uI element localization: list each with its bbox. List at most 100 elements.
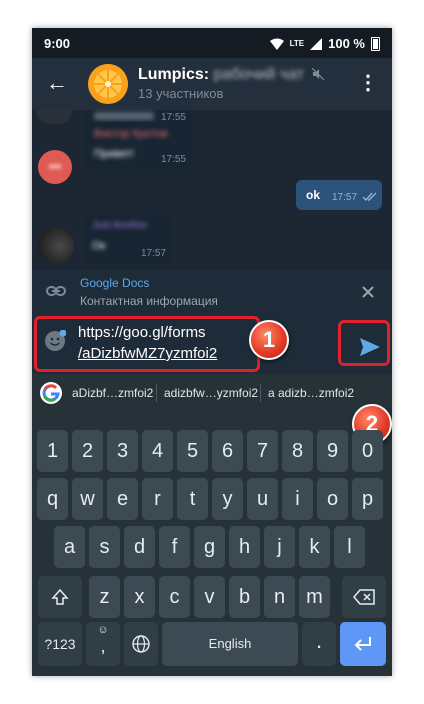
chat-title[interactable]: Lumpics: рабочий чат — [138, 66, 325, 84]
key-s[interactable]: s — [89, 526, 120, 568]
suggestion-2[interactable]: adizbfw…yzmfoi2 — [164, 386, 258, 400]
message-text: Привет! — [94, 148, 134, 160]
avatar[interactable] — [36, 110, 72, 124]
close-icon[interactable] — [362, 286, 374, 298]
key-i[interactable]: i — [282, 478, 313, 520]
key-y[interactable]: y — [212, 478, 243, 520]
symbols-key[interactable]: ?123 — [38, 622, 82, 666]
suggestion-3[interactable]: a adizb…zmfoi2 — [268, 386, 354, 400]
arrow-left-icon[interactable]: ← — [46, 70, 68, 96]
key-c[interactable]: c — [159, 576, 190, 618]
input-line-1: https://goo.gl/forms — [78, 324, 206, 341]
key-1[interactable]: 1 — [37, 430, 68, 472]
backspace-key[interactable] — [342, 576, 386, 618]
key-h[interactable]: h — [229, 526, 260, 568]
battery-level: 100 % — [328, 36, 365, 51]
key-x[interactable]: x — [124, 576, 155, 618]
key-9[interactable]: 9 — [317, 430, 348, 472]
key-0[interactable]: 0 — [352, 430, 383, 472]
key-w[interactable]: w — [72, 478, 103, 520]
message-time: 17:57 — [332, 192, 358, 203]
orange-icon — [88, 64, 128, 104]
chat-subtitle: 13 участников — [138, 86, 224, 101]
signal-icon — [310, 37, 323, 50]
message-sender: Виктор Кротов — [94, 128, 168, 140]
suggestion-1[interactable]: aDizbf…zmfoi2 — [72, 386, 153, 400]
shift-icon — [51, 588, 69, 605]
key-u[interactable]: u — [247, 478, 278, 520]
message-text: ok — [306, 188, 321, 202]
avatar-initials-blurred — [49, 164, 61, 169]
link-preview-bar: Google Docs Контактная информация — [32, 270, 392, 314]
language-key[interactable] — [124, 622, 158, 666]
message-bubble[interactable]: Виктор Кротов Привет! 17:55 — [84, 122, 192, 170]
message-time: 17:55 — [160, 154, 186, 165]
key-m[interactable]: m — [299, 576, 330, 618]
enter-key[interactable] — [340, 622, 386, 666]
key-l[interactable]: l — [334, 526, 365, 568]
annotation-badge-1: 1 — [249, 320, 289, 360]
key-k[interactable]: k — [299, 526, 330, 568]
mute-icon — [311, 67, 325, 81]
key-5[interactable]: 5 — [177, 430, 208, 472]
group-avatar[interactable] — [88, 64, 128, 104]
status-bar: 9:00 LTE 100 % — [32, 28, 392, 58]
key-8[interactable]: 8 — [282, 430, 313, 472]
shift-key[interactable] — [38, 576, 82, 618]
space-key[interactable]: English — [162, 622, 298, 666]
key-f[interactable]: f — [159, 526, 190, 568]
key-a[interactable]: a — [54, 526, 85, 568]
link-preview-description: Контактная информация — [80, 294, 218, 308]
message-text: Ок — [92, 240, 106, 252]
key-6[interactable]: 6 — [212, 430, 243, 472]
phone-screen: 9:00 LTE 100 % ← Lumpics: рабочий чат 13… — [32, 28, 392, 676]
chat-title-blurred: рабочий чат — [213, 66, 304, 83]
more-vert-icon[interactable]: ⋮ — [358, 70, 378, 95]
chat-header: ← Lumpics: рабочий чат 13 участников ⋮ — [32, 58, 392, 110]
keyboard: aDizbf…zmfoi2 adizbfw…yzmfoi2 a adizb…zm… — [32, 374, 392, 676]
enter-icon — [354, 637, 371, 651]
key-b[interactable]: b — [229, 576, 260, 618]
suggestion-divider — [260, 384, 261, 402]
key-z[interactable]: z — [89, 576, 120, 618]
globe-icon — [132, 635, 150, 653]
key-p[interactable]: p — [352, 478, 383, 520]
key-4[interactable]: 4 — [142, 430, 173, 472]
key-3[interactable]: 3 — [107, 430, 138, 472]
read-checks-icon — [362, 192, 377, 202]
link-preview-title: Google Docs — [80, 276, 150, 290]
sticker-icon[interactable] — [44, 330, 66, 352]
key-t[interactable]: t — [177, 478, 208, 520]
message-input-bar: https://goo.gl/forms /aDizbfwMZ7yzmfoi2 … — [32, 314, 392, 374]
message-bubble-outgoing[interactable]: ok 17:57 — [296, 180, 382, 210]
period-key[interactable]: . — [302, 622, 336, 666]
link-icon — [46, 286, 66, 296]
key-v[interactable]: v — [194, 576, 225, 618]
key-2[interactable]: 2 — [72, 430, 103, 472]
key-7[interactable]: 7 — [247, 430, 278, 472]
key-q[interactable]: q — [37, 478, 68, 520]
avatar[interactable] — [38, 228, 74, 264]
send-icon[interactable] — [360, 338, 380, 356]
key-e[interactable]: e — [107, 478, 138, 520]
key-r[interactable]: r — [142, 478, 173, 520]
key-g[interactable]: g — [194, 526, 225, 568]
key-j[interactable]: j — [264, 526, 295, 568]
input-line-2: /aDizbfwMZ7yzmfoi2 — [78, 345, 218, 362]
suggestion-divider — [156, 384, 157, 402]
message-text-blurred — [94, 112, 154, 120]
comma-key[interactable]: ☺ , — [86, 622, 120, 666]
network-type: LTE — [289, 38, 305, 48]
key-n[interactable]: n — [264, 576, 295, 618]
message-input[interactable]: https://goo.gl/forms /aDizbfwMZ7yzmfoi2 — [78, 322, 217, 364]
backspace-icon — [353, 589, 375, 605]
message-time: 17:57 — [140, 248, 166, 259]
key-d[interactable]: d — [124, 526, 155, 568]
key-o[interactable]: o — [317, 478, 348, 520]
google-icon[interactable] — [40, 382, 62, 404]
comma-label: , — [100, 636, 106, 656]
status-icons: LTE 100 % — [269, 36, 380, 51]
message-sender: Just Another — [92, 220, 148, 231]
message-bubble[interactable]: Just Another Ок 17:57 — [84, 214, 172, 264]
chat-title-text: Lumpics: — [138, 66, 210, 83]
